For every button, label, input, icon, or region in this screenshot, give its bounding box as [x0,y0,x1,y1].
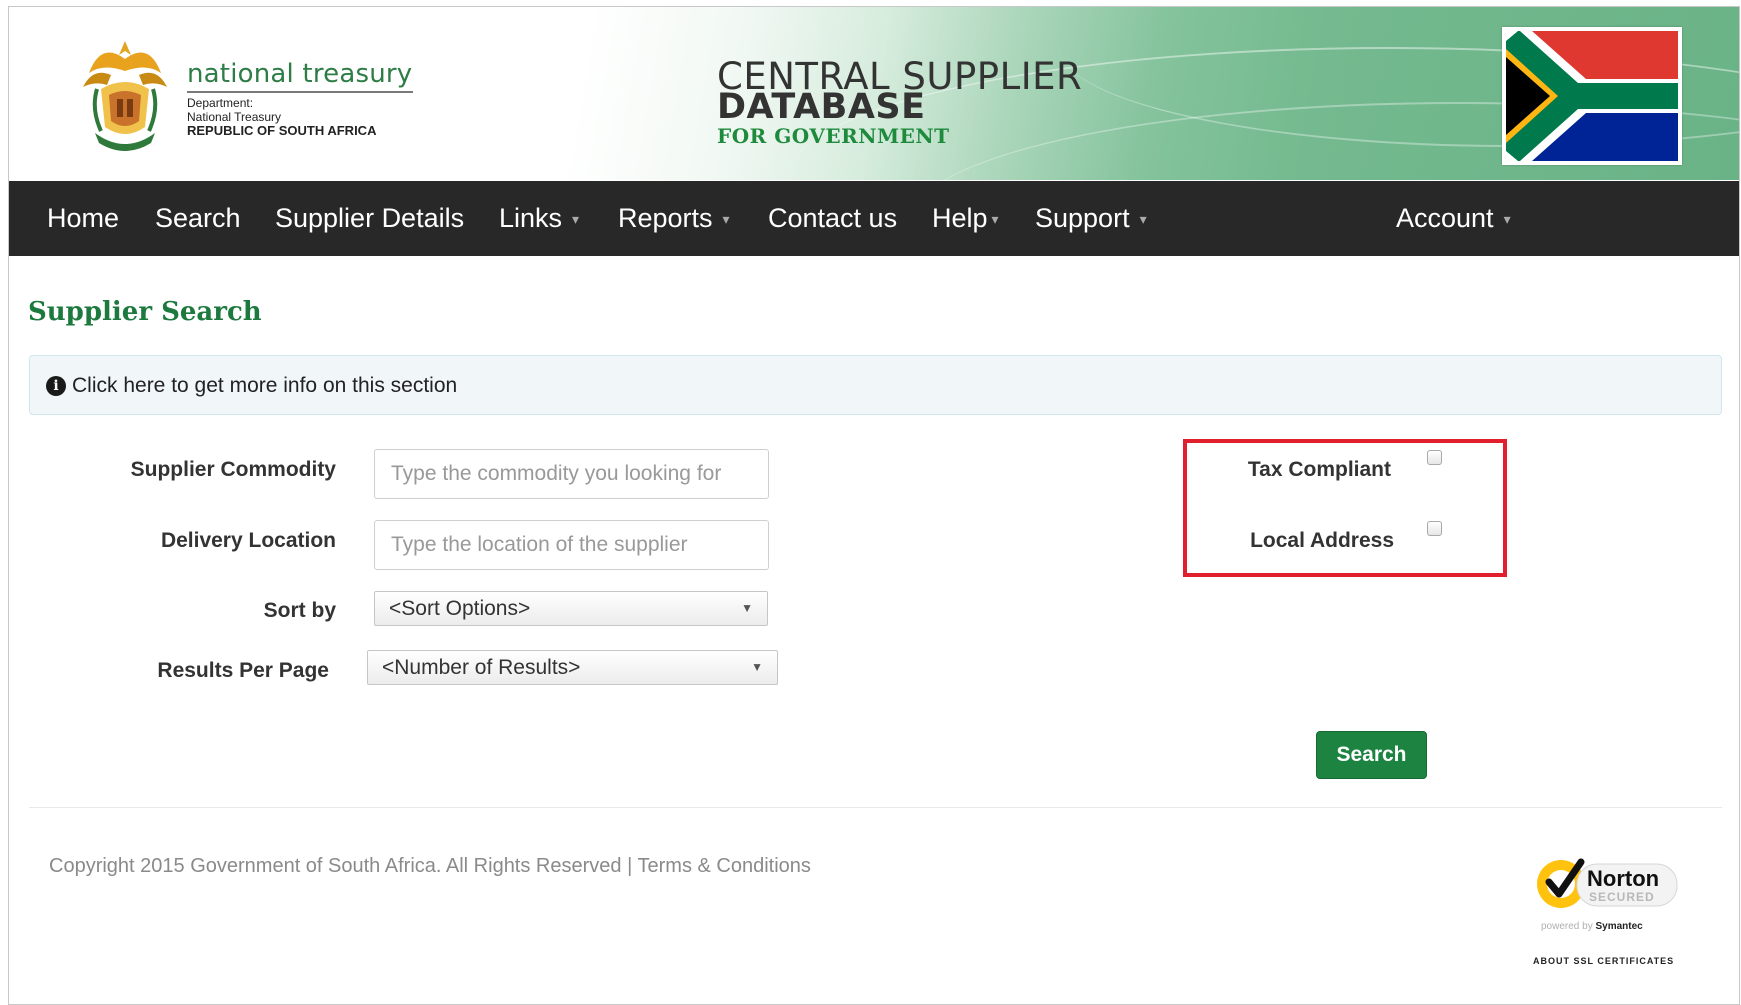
org-line-2: National Treasury [187,110,282,124]
results-per-page-label: Results Per Page [157,659,329,682]
nav-links-label: Links [499,203,563,233]
sort-by-value: <Sort Options> [389,597,531,620]
site-header: national treasury Department: National T… [9,7,1739,180]
chevron-down-icon: ▾ [1503,211,1511,227]
org-name: national treasury [187,59,413,89]
search-button[interactable]: Search [1316,731,1427,779]
org-line-3: REPUBLIC OF SOUTH AFRICA [187,123,377,138]
results-per-page-value: <Number of Results> [382,656,581,679]
org-divider [187,91,413,93]
nav-help[interactable]: Help ▾ [932,181,999,256]
norton-powered-by: powered by Symantec [1541,921,1643,932]
site-title-line-3: FOR GOVERNMENT [717,124,950,148]
nav-account-label: Account [1396,203,1494,233]
nav-account[interactable]: Account ▾ [1396,181,1511,256]
tax-compliant-checkbox[interactable] [1427,450,1442,465]
dropdown-arrow-icon: ▼ [751,660,763,674]
org-line-1: Department: [187,96,254,110]
nav-contact-us-label: Contact us [768,203,898,233]
info-icon: i [46,376,66,396]
norton-secured-text: SECURED [1589,890,1655,904]
local-address-label: Local Address [1250,529,1394,552]
nav-search[interactable]: Search [155,181,241,256]
footer-divider [29,807,1722,808]
delivery-location-label: Delivery Location [160,529,336,552]
norton-brand-text: Norton [1587,866,1659,891]
nav-contact-us[interactable]: Contact us [768,181,897,256]
page-title: Supplier Search [28,297,262,327]
nav-search-label: Search [155,203,241,233]
nav-support[interactable]: Support ▾ [1035,181,1147,256]
norton-powered-prefix: powered by [1541,921,1593,932]
chevron-down-icon: ▾ [991,211,999,227]
nav-supplier-details[interactable]: Supplier Details [275,181,464,256]
nav-help-label: Help [932,203,988,233]
nav-links[interactable]: Links ▾ [499,181,579,256]
site-title-line-2: DATABASE [717,87,926,127]
copyright-text: Copyright 2015 Government of South Afric… [49,855,622,877]
chevron-down-icon: ▾ [1139,211,1147,227]
local-address-checkbox[interactable] [1427,521,1442,536]
nav-home-label: Home [47,203,120,233]
dropdown-arrow-icon: ▼ [741,601,753,615]
supplier-commodity-input[interactable] [374,449,769,499]
terms-link[interactable]: Terms & Conditions [638,855,811,877]
supplier-commodity-label: Supplier Commodity [130,458,336,481]
nav-reports[interactable]: Reports ▾ [618,181,730,256]
nav-supplier-details-label: Supplier Details [275,203,465,233]
sort-by-label: Sort by [263,599,336,622]
south-africa-flag-icon [1502,27,1682,165]
chevron-down-icon: ▾ [722,211,730,227]
sort-by-select[interactable]: <Sort Options> ▼ [374,591,768,626]
org-subtitle: Department: National Treasury REPUBLIC O… [187,96,376,138]
tax-compliant-label: Tax Compliant [1247,458,1391,481]
norton-ssl-text: ABOUT SSL CERTIFICATES [1533,956,1675,966]
nav-reports-label: Reports [618,203,713,233]
browser-page: national treasury Department: National T… [8,6,1740,1005]
info-text: Click here to get more info on this sect… [72,374,458,397]
footer-text: Copyright 2015 Government of South Afric… [49,855,811,878]
delivery-location-input[interactable] [374,520,769,570]
nav-home[interactable]: Home [47,181,119,256]
coat-of-arms-icon[interactable] [81,37,169,157]
norton-secured-icon: Norton SECURED [1537,858,1678,908]
nav-support-label: Support [1035,203,1130,233]
results-per-page-select[interactable]: <Number of Results> ▼ [367,650,778,685]
norton-powered-brand: Symantec [1595,921,1643,932]
info-bar[interactable]: i Click here to get more info on this se… [29,355,1722,415]
main-navbar: Home Search Supplier Details Links ▾ Repo… [9,181,1739,256]
norton-seal[interactable]: Norton SECURED powered by Symantec ABOUT… [1519,852,1679,972]
footer-separator: | [627,855,633,877]
chevron-down-icon: ▾ [572,211,580,227]
